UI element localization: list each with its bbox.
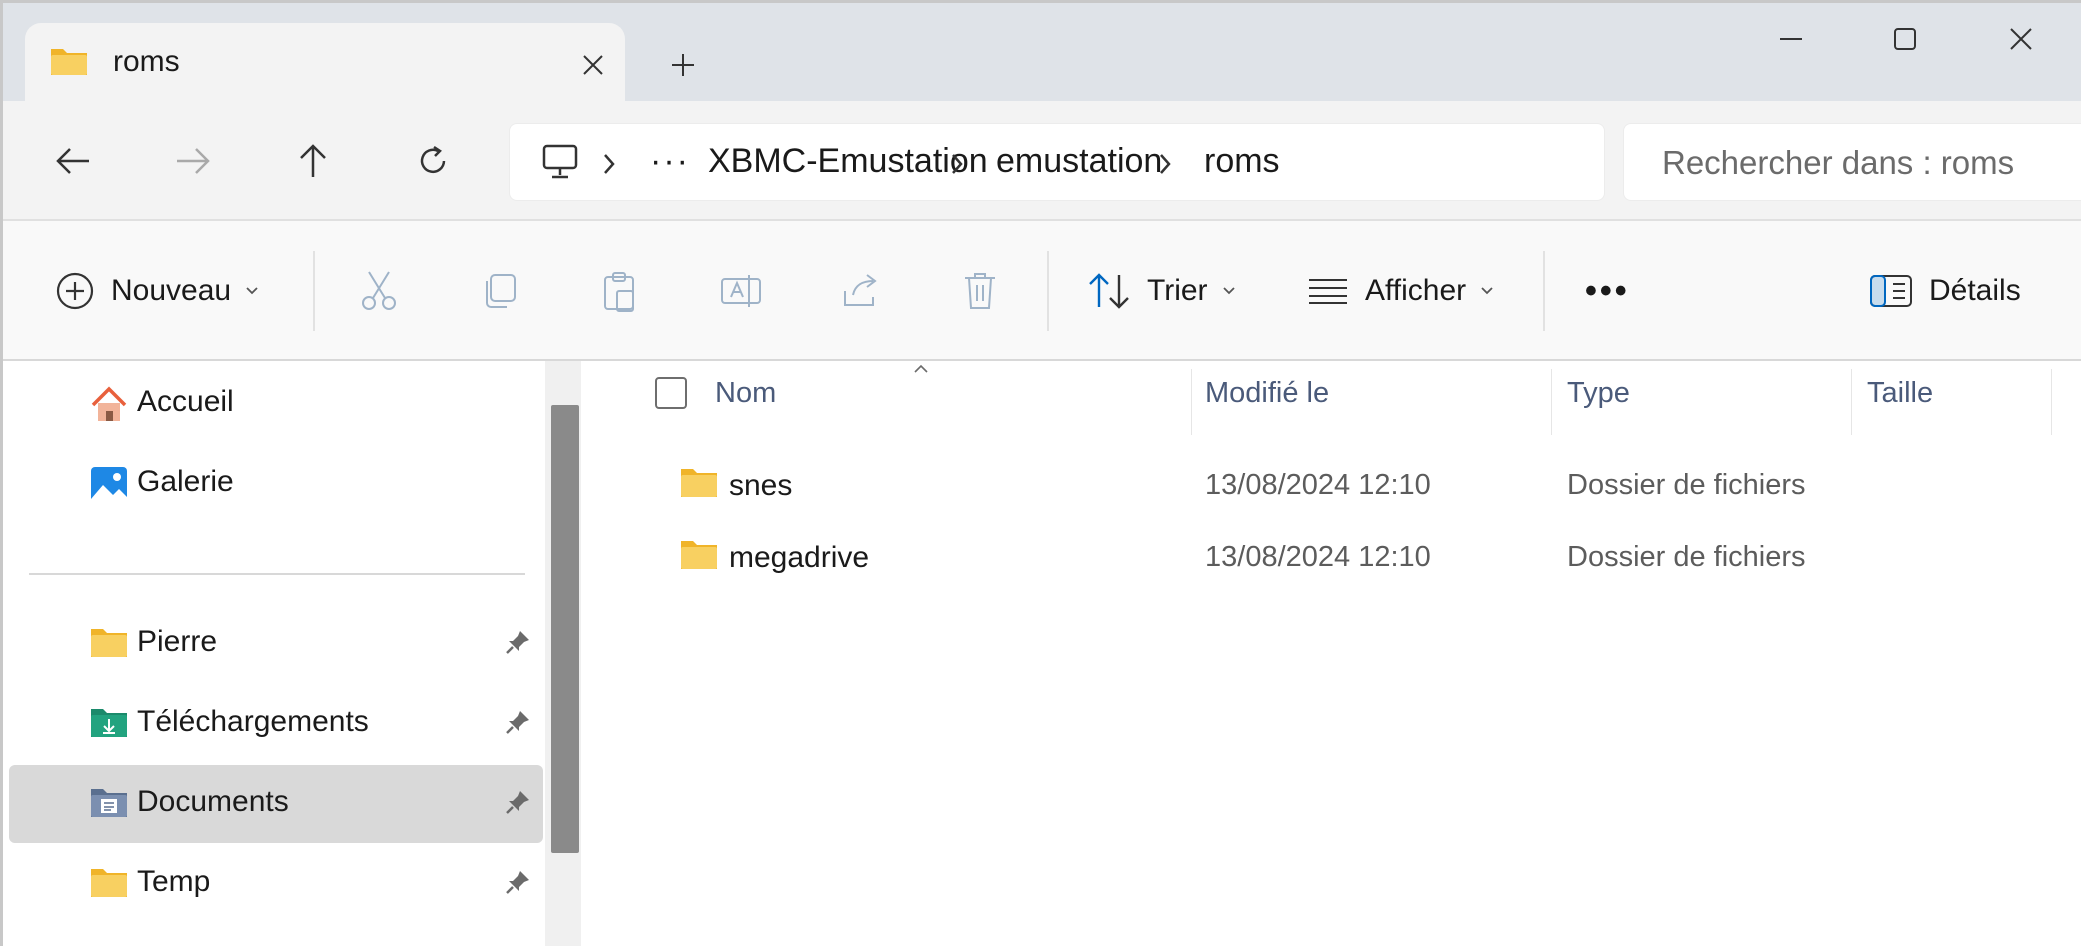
breadcrumb-item-roms[interactable]: roms bbox=[1204, 142, 1280, 181]
sidebar-item-label: Galerie bbox=[137, 465, 234, 498]
sidebar-item-galerie[interactable]: Galerie bbox=[9, 445, 543, 523]
more-options-button[interactable]: ••• bbox=[1585, 261, 1630, 321]
more-options-icon: ••• bbox=[1585, 271, 1630, 310]
share-icon[interactable] bbox=[839, 261, 881, 321]
chevron-right-icon[interactable] bbox=[942, 146, 972, 182]
file-name: snes bbox=[729, 469, 793, 502]
sort-button-label: Trier bbox=[1147, 274, 1208, 307]
paste-icon[interactable] bbox=[599, 261, 639, 321]
view-list-icon bbox=[1309, 279, 1347, 304]
table-row[interactable]: snes 13/08/2024 12:10 Dossier de fichier… bbox=[583, 451, 2081, 521]
navigation-pane: Accueil Galerie Pierre Téléchargements D… bbox=[3, 361, 581, 946]
sidebar-item-accueil[interactable]: Accueil bbox=[9, 365, 543, 443]
details-pane-icon bbox=[1870, 275, 1912, 307]
folder-icon bbox=[679, 465, 719, 504]
table-row[interactable]: megadrive 13/08/2024 12:10 Dossier de fi… bbox=[583, 523, 2081, 593]
chevron-right-icon[interactable] bbox=[594, 146, 624, 182]
folder-icon bbox=[49, 45, 89, 82]
pin-icon[interactable] bbox=[505, 709, 531, 740]
documents-folder-icon bbox=[89, 785, 129, 825]
sort-button[interactable]: Trier bbox=[1087, 261, 1236, 321]
column-divider[interactable] bbox=[1551, 369, 1552, 435]
close-icon[interactable] bbox=[571, 43, 615, 87]
back-arrow-icon[interactable] bbox=[41, 131, 105, 191]
sort-icon bbox=[1089, 273, 1129, 309]
tab-title: roms bbox=[113, 45, 180, 78]
pin-icon[interactable] bbox=[505, 869, 531, 900]
column-header-nom[interactable]: Nom bbox=[715, 377, 776, 410]
divider bbox=[1047, 251, 1049, 331]
title-bar: roms bbox=[3, 3, 2081, 101]
chevron-down-icon bbox=[1481, 287, 1493, 295]
folder-icon bbox=[89, 625, 129, 665]
file-type: Dossier de fichiers bbox=[1567, 469, 1806, 501]
pin-icon[interactable] bbox=[505, 789, 531, 820]
breadcrumb-item-emustation[interactable]: emustation bbox=[996, 142, 1162, 181]
chevron-right-icon[interactable] bbox=[1150, 146, 1180, 182]
search-placeholder: Rechercher dans : roms bbox=[1662, 144, 2015, 181]
sidebar-item-label: Pierre bbox=[137, 625, 218, 658]
sidebar-item-telechargements[interactable]: Téléchargements bbox=[9, 685, 543, 763]
chevron-down-icon bbox=[1222, 287, 1235, 295]
address-bar[interactable]: ··· XBMC-Emustation emustation roms bbox=[509, 123, 1605, 201]
refresh-icon[interactable] bbox=[401, 131, 465, 191]
column-header-taille[interactable]: Taille bbox=[1867, 377, 1933, 410]
column-divider[interactable] bbox=[1851, 369, 1852, 435]
column-divider[interactable] bbox=[2051, 369, 2052, 435]
new-tab-icon[interactable] bbox=[659, 41, 707, 89]
details-button-label: Détails bbox=[1929, 274, 2021, 307]
sidebar-item-temp[interactable]: Temp bbox=[9, 845, 543, 923]
divider bbox=[1543, 251, 1545, 331]
file-explorer-window: roms ··· XBMC-Emustation emustation roms… bbox=[0, 0, 2081, 946]
sidebar-scrollbar-thumb[interactable] bbox=[551, 405, 579, 853]
new-button[interactable]: Nouveau bbox=[55, 261, 259, 321]
computer-icon[interactable] bbox=[540, 142, 580, 187]
maximize-icon[interactable] bbox=[1855, 13, 1955, 65]
file-modified: 13/08/2024 12:10 bbox=[1205, 541, 1431, 573]
pin-icon[interactable] bbox=[505, 629, 531, 660]
column-header-modifie-le[interactable]: Modifié le bbox=[1205, 377, 1329, 410]
file-list: Nom Modifié le Type Taille snes 13/08/20… bbox=[583, 361, 2081, 946]
rename-icon[interactable] bbox=[719, 261, 763, 321]
sidebar-item-documents[interactable]: Documents bbox=[9, 765, 543, 843]
file-name: megadrive bbox=[729, 541, 870, 574]
delete-icon[interactable] bbox=[961, 261, 999, 321]
up-arrow-icon[interactable] bbox=[281, 131, 345, 191]
divider bbox=[313, 251, 315, 331]
folder-icon bbox=[89, 865, 129, 905]
view-button-label: Afficher bbox=[1365, 274, 1467, 307]
select-all-checkbox[interactable] bbox=[655, 377, 687, 409]
details-button[interactable]: Détails bbox=[1869, 261, 2021, 321]
cut-icon[interactable] bbox=[359, 261, 399, 321]
sort-ascending-icon bbox=[913, 361, 929, 379]
command-bar: Nouveau Trier Afficher ••• Détails bbox=[3, 221, 2081, 361]
sidebar-item-label: Temp bbox=[137, 865, 211, 898]
file-type: Dossier de fichiers bbox=[1567, 541, 1806, 573]
file-modified: 13/08/2024 12:10 bbox=[1205, 469, 1431, 501]
breadcrumb-overflow[interactable]: ··· bbox=[650, 142, 690, 181]
copy-icon[interactable] bbox=[479, 261, 519, 321]
forward-arrow-icon[interactable] bbox=[161, 131, 225, 191]
sidebar-divider bbox=[29, 573, 525, 575]
home-icon bbox=[89, 385, 129, 425]
sidebar-item-label: Accueil bbox=[137, 385, 234, 418]
new-button-label: Nouveau bbox=[111, 274, 232, 307]
view-button[interactable]: Afficher bbox=[1307, 261, 1494, 321]
sidebar-item-label: Téléchargements bbox=[137, 705, 369, 738]
chevron-down-icon bbox=[246, 287, 258, 295]
tab-roms[interactable]: roms bbox=[25, 23, 625, 101]
minimize-icon[interactable] bbox=[1741, 13, 1841, 65]
column-header-type[interactable]: Type bbox=[1567, 377, 1630, 410]
downloads-folder-icon bbox=[89, 705, 129, 745]
gallery-icon bbox=[89, 465, 129, 505]
column-divider[interactable] bbox=[1191, 369, 1192, 435]
navigation-bar: ··· XBMC-Emustation emustation roms Rech… bbox=[3, 101, 2081, 221]
close-icon[interactable] bbox=[1971, 13, 2071, 65]
folder-icon bbox=[679, 537, 719, 576]
search-input[interactable]: Rechercher dans : roms bbox=[1623, 123, 2081, 201]
sidebar-item-label: Documents bbox=[137, 785, 289, 818]
plus-circle-icon bbox=[56, 272, 94, 310]
sidebar-item-pierre[interactable]: Pierre bbox=[9, 605, 543, 683]
